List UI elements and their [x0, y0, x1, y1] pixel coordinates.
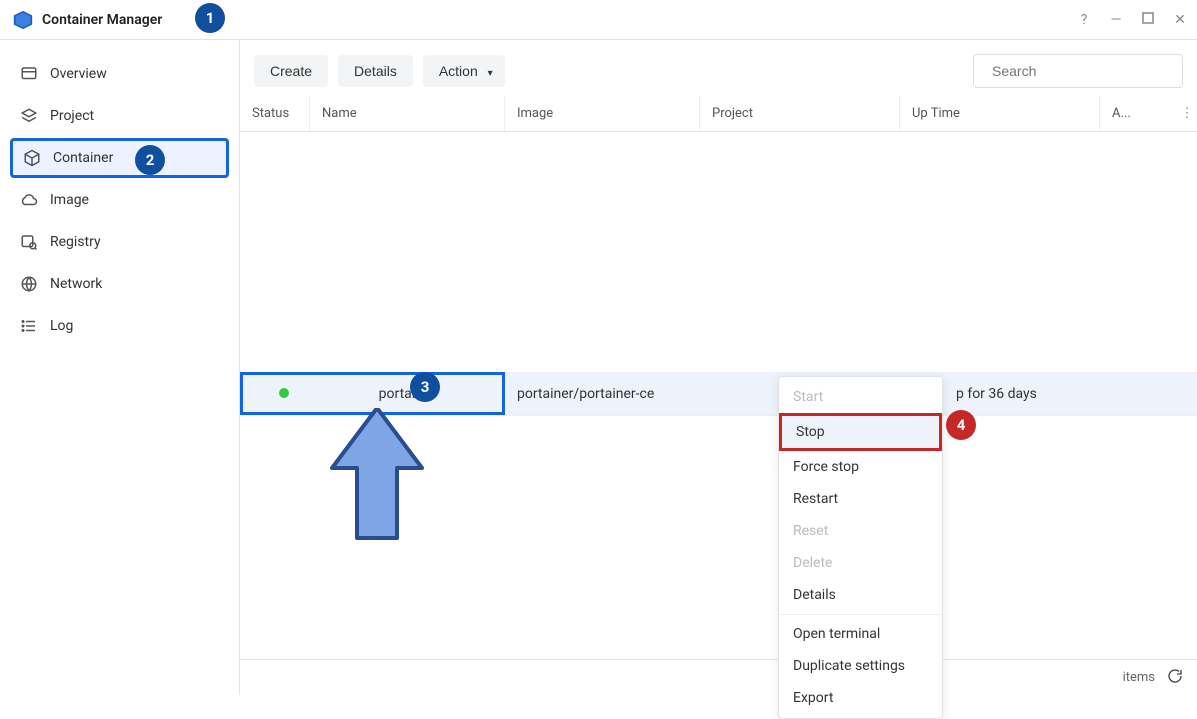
cell-name: portainer — [312, 376, 502, 412]
th-status[interactable]: Status — [240, 96, 310, 131]
sidebar-item-label: Log — [50, 318, 219, 334]
status-dot-running — [279, 388, 289, 398]
th-project[interactable]: Project — [700, 96, 900, 131]
search-input-wrap[interactable] — [973, 54, 1183, 88]
th-image[interactable]: Image — [505, 96, 700, 131]
th-name[interactable]: Name — [310, 96, 505, 131]
sidebar-item-log[interactable]: Log — [10, 306, 229, 346]
minimize-icon[interactable]: — — [1107, 12, 1125, 28]
overview-icon — [20, 65, 38, 83]
cm-open-terminal[interactable]: Open terminal — [779, 618, 942, 650]
sidebar-item-project[interactable]: Project — [10, 96, 229, 136]
cell-image: portainer/portainer-ce — [505, 376, 700, 412]
cm-restart[interactable]: Restart — [779, 483, 942, 515]
registry-icon — [20, 233, 38, 251]
cm-stop[interactable]: Stop — [779, 413, 942, 451]
cm-reset: Reset — [779, 515, 942, 547]
table-header: Status Name Image Project Up Time A... ⋮ — [240, 96, 1197, 132]
toolbar: Create Details Action ▾ — [240, 40, 1197, 96]
annotation-3-icon: 3 — [410, 372, 440, 402]
list-icon — [20, 317, 38, 335]
layers-icon — [20, 107, 38, 125]
th-a[interactable]: A... — [1100, 96, 1177, 131]
cm-duplicate-settings[interactable]: Duplicate settings — [779, 650, 942, 682]
th-uptime[interactable]: Up Time — [900, 96, 1100, 131]
cm-start: Start — [779, 381, 942, 413]
refresh-icon[interactable] — [1167, 668, 1183, 688]
cm-force-stop[interactable]: Force stop — [779, 451, 942, 483]
cloud-icon — [20, 191, 38, 209]
help-icon[interactable]: ? — [1075, 12, 1093, 28]
sidebar: Overview Project Container Image Registr… — [0, 40, 240, 695]
statusbar: items — [240, 659, 1197, 695]
window-controls: ? — ✕ — [1075, 0, 1189, 39]
sidebar-item-image[interactable]: Image — [10, 180, 229, 220]
cm-delete: Delete — [779, 547, 942, 579]
columns-menu-icon[interactable]: ⋮ — [1177, 106, 1197, 121]
app-title: Container Manager — [42, 12, 162, 28]
main-panel: Create Details Action ▾ Status Name Imag… — [240, 40, 1197, 695]
close-icon[interactable]: ✕ — [1171, 12, 1189, 28]
sidebar-item-label: Registry — [50, 234, 219, 250]
titlebar: Container Manager ? — ✕ — [0, 0, 1197, 40]
create-button[interactable]: Create — [254, 55, 328, 87]
sidebar-item-label: Image — [50, 192, 219, 208]
maximize-icon[interactable] — [1139, 12, 1157, 28]
sidebar-item-overview[interactable]: Overview — [10, 54, 229, 94]
sidebar-item-label: Overview — [50, 66, 219, 82]
sidebar-item-registry[interactable]: Registry — [10, 222, 229, 262]
caret-down-icon: ▾ — [488, 68, 493, 79]
sidebar-item-label: Network — [50, 276, 219, 292]
annotation-2-icon: 2 — [135, 145, 165, 175]
search-input[interactable] — [990, 62, 1175, 80]
sidebar-item-label: Project — [50, 108, 219, 124]
cm-details[interactable]: Details — [779, 579, 942, 611]
context-menu: Start Stop Force stop Restart Reset Dele… — [778, 376, 943, 719]
action-button-label: Action — [439, 63, 478, 79]
cm-divider — [779, 614, 942, 615]
action-button[interactable]: Action ▾ — [423, 55, 505, 87]
annotation-1-icon: 1 — [195, 3, 225, 33]
sidebar-item-container[interactable]: Container — [10, 138, 229, 178]
sidebar-item-network[interactable]: Network — [10, 264, 229, 304]
arrow-up-annotation — [327, 408, 427, 548]
app-icon — [12, 9, 34, 31]
network-icon — [20, 275, 38, 293]
details-button[interactable]: Details — [338, 55, 413, 87]
cm-export[interactable]: Export — [779, 682, 942, 714]
cube-icon — [23, 149, 41, 167]
items-label: items — [1123, 670, 1155, 685]
annotation-4-icon: 4 — [946, 410, 976, 440]
